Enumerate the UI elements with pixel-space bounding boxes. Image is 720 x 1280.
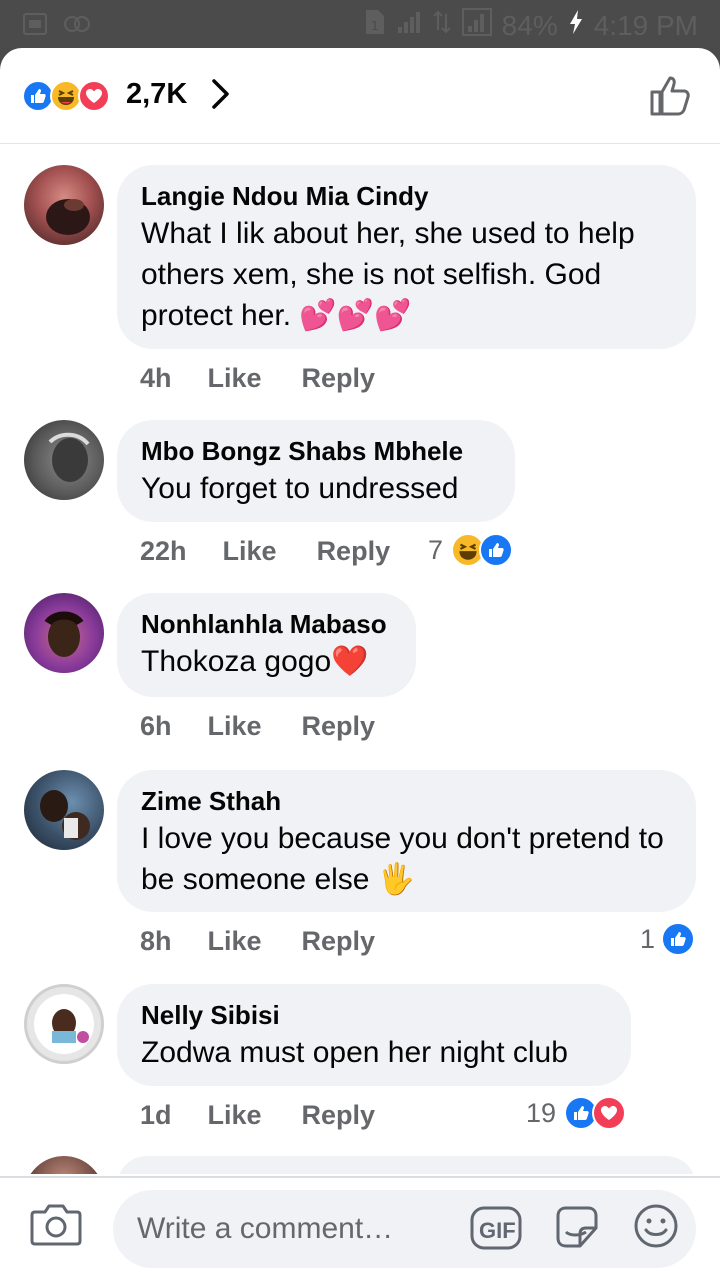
reactions-summary[interactable]: 2,7K bbox=[0, 48, 720, 144]
svg-text:1: 1 bbox=[371, 19, 379, 33]
comment-text: You forget to undressed bbox=[141, 472, 459, 505]
reaction-count: 19 bbox=[526, 1097, 557, 1128]
reaction-icons bbox=[22, 80, 110, 112]
like-post-button[interactable] bbox=[648, 74, 692, 123]
thumbs-up-icon bbox=[650, 76, 690, 116]
comment-bubble[interactable]: Nonhlanhla Mabaso Thokoza gogo❤️ bbox=[117, 593, 416, 697]
comment-bubble[interactable] bbox=[117, 1156, 696, 1174]
avatar[interactable] bbox=[24, 770, 104, 850]
comment-author[interactable]: Mbo Bongz Shabs Mbhele bbox=[141, 434, 491, 468]
comment-actions: 4h Like Reply bbox=[140, 363, 375, 394]
comment-author[interactable]: Langie Ndou Mia Cindy bbox=[141, 179, 672, 213]
reaction-count: 1 bbox=[640, 923, 656, 954]
comment-time[interactable]: 22h bbox=[140, 536, 187, 567]
comment-text: What I lik about her, she used to help o… bbox=[141, 217, 635, 332]
comment-reactions[interactable]: 1 bbox=[640, 922, 696, 956]
comment-bubble[interactable]: Mbo Bongz Shabs Mbhele You forget to und… bbox=[117, 420, 515, 522]
like-reaction-icon bbox=[661, 922, 696, 956]
battery-percent: 84% bbox=[501, 9, 558, 41]
comment-reactions[interactable]: 7 bbox=[428, 533, 514, 567]
avatar[interactable] bbox=[24, 420, 104, 500]
like-link[interactable]: Like bbox=[208, 363, 262, 394]
avatar[interactable] bbox=[24, 593, 104, 673]
comment-text: Zodwa must open her night club bbox=[141, 1036, 568, 1069]
like-link[interactable]: Like bbox=[208, 711, 262, 742]
comment-actions: 6h Like Reply bbox=[140, 711, 375, 742]
signal-2-icon bbox=[461, 8, 492, 43]
sticker-icon bbox=[556, 1206, 598, 1248]
comment-actions: 22h Like Reply bbox=[140, 536, 390, 567]
status-bar: 1 84% 4:19 PM bbox=[0, 0, 720, 48]
comments-list: Langie Ndou Mia Cindy What I lik about h… bbox=[0, 144, 720, 1174]
comment-bubble[interactable]: Langie Ndou Mia Cindy What I lik about h… bbox=[117, 165, 696, 349]
avatar[interactable] bbox=[24, 1156, 104, 1174]
comment-author[interactable]: Nonhlanhla Mabaso bbox=[141, 607, 392, 641]
like-link[interactable]: Like bbox=[208, 926, 262, 957]
sticker-button[interactable] bbox=[552, 1202, 602, 1257]
comment-time[interactable]: 6h bbox=[140, 711, 172, 742]
reply-link[interactable]: Reply bbox=[302, 711, 376, 742]
comments-sheet: 2,7K Langie Ndou Mia Cindy What I lik ab… bbox=[0, 48, 720, 1280]
smiley-icon bbox=[634, 1204, 678, 1248]
image-notification-icon bbox=[22, 12, 48, 41]
svg-text:GIF: GIF bbox=[479, 1218, 516, 1243]
comment-author[interactable]: Zime Sthah bbox=[141, 784, 672, 818]
comment-input[interactable] bbox=[113, 1190, 696, 1268]
sim-icon: 1 bbox=[364, 8, 386, 43]
comment-text: I love you because you don't pretend to … bbox=[141, 822, 664, 896]
comment-composer: GIF bbox=[0, 1176, 720, 1280]
love-reaction-icon bbox=[78, 80, 110, 112]
clock: 4:19 PM bbox=[593, 9, 698, 41]
reply-link[interactable]: Reply bbox=[302, 363, 376, 394]
avatar[interactable] bbox=[24, 984, 104, 1064]
reaction-count: 2,7K bbox=[126, 78, 188, 110]
like-link[interactable]: Like bbox=[208, 1100, 262, 1131]
like-reaction-icon bbox=[479, 533, 514, 567]
reply-link[interactable]: Reply bbox=[302, 1100, 376, 1131]
link-notification-icon bbox=[62, 12, 92, 41]
avatar[interactable] bbox=[24, 165, 104, 245]
comment-actions: 8h Like Reply bbox=[140, 926, 375, 957]
gif-icon: GIF bbox=[470, 1206, 522, 1250]
data-arrows-icon bbox=[432, 8, 452, 43]
signal-icon bbox=[396, 9, 422, 42]
comment-text: Thokoza gogo❤️ bbox=[141, 645, 369, 678]
camera-button[interactable] bbox=[30, 1200, 82, 1253]
comment-reactions[interactable]: 19 bbox=[526, 1096, 627, 1130]
comment-time[interactable]: 1d bbox=[140, 1100, 172, 1131]
comment-actions: 1d Like Reply bbox=[140, 1100, 375, 1131]
comment-time[interactable]: 4h bbox=[140, 363, 172, 394]
gif-button[interactable]: GIF bbox=[470, 1204, 522, 1257]
like-link[interactable]: Like bbox=[223, 536, 277, 567]
chevron-right-icon[interactable] bbox=[208, 78, 234, 115]
comment-author[interactable]: Nelly Sibisi bbox=[141, 998, 607, 1032]
camera-icon bbox=[30, 1204, 82, 1246]
reply-link[interactable]: Reply bbox=[317, 536, 391, 567]
reaction-count: 7 bbox=[428, 534, 444, 565]
reply-link[interactable]: Reply bbox=[302, 926, 376, 957]
love-reaction-icon bbox=[592, 1096, 627, 1130]
comment-bubble[interactable]: Zime Sthah I love you because you don't … bbox=[117, 770, 696, 912]
emoji-button[interactable] bbox=[632, 1202, 680, 1255]
comment-bubble[interactable]: Nelly Sibisi Zodwa must open her night c… bbox=[117, 984, 631, 1086]
comment-time[interactable]: 8h bbox=[140, 926, 172, 957]
charging-icon bbox=[568, 9, 584, 42]
